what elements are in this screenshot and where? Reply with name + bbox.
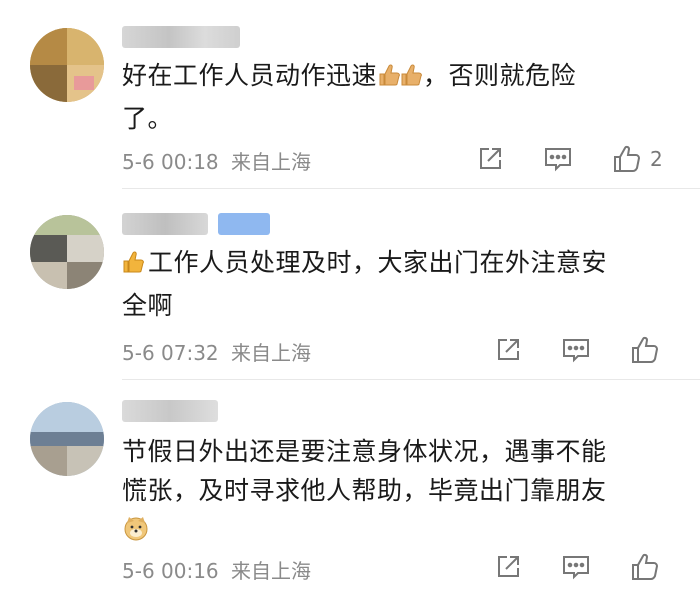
avatar[interactable] [30, 28, 104, 102]
thumbs-up-emoji-icon [377, 60, 423, 99]
comment-text-part: 节假日外出还是要注意身体状况，遇事不能 [122, 437, 607, 466]
comment-time: 5-6 00:16 [122, 559, 219, 583]
comment-icon [545, 148, 571, 172]
comment-meta: 5-6 07:32 来自上海 [122, 337, 311, 366]
comment-time: 5-6 07:32 [122, 341, 219, 365]
like-button[interactable] [630, 335, 660, 365]
username-blurred[interactable] [122, 213, 208, 235]
thumbs-up-icon [614, 145, 641, 172]
comment-text-part: 好在工作人员动作迅速 [122, 61, 378, 90]
comment-icon [563, 556, 589, 580]
thumbs-up-icon [632, 553, 659, 580]
comment-item-1: 好在工作人员动作迅速 ，否则就危险 了。 5-6 00:18 来自上海 2 [0, 0, 700, 189]
comment-button[interactable] [561, 336, 591, 364]
comment-text: 好在工作人员动作迅速 ，否则就危险 了。 [122, 56, 662, 138]
share-icon [480, 148, 501, 169]
comment-item-2: 工作人员处理及时，大家出门在外注意安 全啊 5-6 07:32 来自上海 [0, 189, 700, 380]
comment-location: 来自上海 [231, 559, 312, 583]
avatar[interactable] [30, 402, 104, 476]
comment-text: 节假日外出还是要注意身体状况，遇事不能 慌张，及时寻求他人帮助，毕竟出门靠朋友 [122, 432, 662, 553]
comment-meta: 5-6 00:16 来自上海 [122, 555, 311, 584]
doge-emoji-icon [122, 514, 150, 553]
like-button[interactable]: 2 [612, 144, 663, 174]
user-badge [218, 213, 270, 235]
comment-text-part: 全啊 [122, 291, 174, 320]
comment-time: 5-6 00:18 [122, 150, 219, 174]
comment-text-part: 工作人员处理及时，大家出门在外注意安 [148, 248, 608, 277]
comment-icon [563, 339, 589, 363]
share-button[interactable] [494, 553, 522, 581]
thumbs-up-icon [632, 336, 659, 363]
avatar[interactable] [30, 215, 104, 289]
share-button[interactable] [494, 336, 522, 364]
comment-text-part: 了。 [122, 104, 174, 133]
comment-location: 来自上海 [231, 150, 312, 174]
share-button[interactable] [476, 145, 504, 173]
thumbs-up-emoji-icon [122, 247, 148, 286]
comment-location: 来自上海 [231, 341, 312, 365]
like-count: 2 [650, 147, 663, 171]
comment-text: 工作人员处理及时，大家出门在外注意安 全啊 [122, 243, 662, 325]
comment-text-part: 慌张，及时寻求他人帮助，毕竟出门靠朋友 [122, 476, 607, 505]
like-button[interactable] [630, 552, 660, 582]
username-blurred[interactable] [122, 26, 240, 48]
share-icon [498, 556, 519, 577]
share-icon [498, 339, 519, 360]
comment-text-part: ，否则就危险 [423, 61, 577, 90]
comment-button[interactable] [561, 553, 591, 581]
comment-meta: 5-6 00:18 来自上海 [122, 146, 311, 175]
username-blurred[interactable] [122, 400, 218, 422]
comment-item-3: 节假日外出还是要注意身体状况，遇事不能 慌张，及时寻求他人帮助，毕竟出门靠朋友 … [0, 380, 700, 602]
comment-button[interactable] [543, 145, 573, 173]
